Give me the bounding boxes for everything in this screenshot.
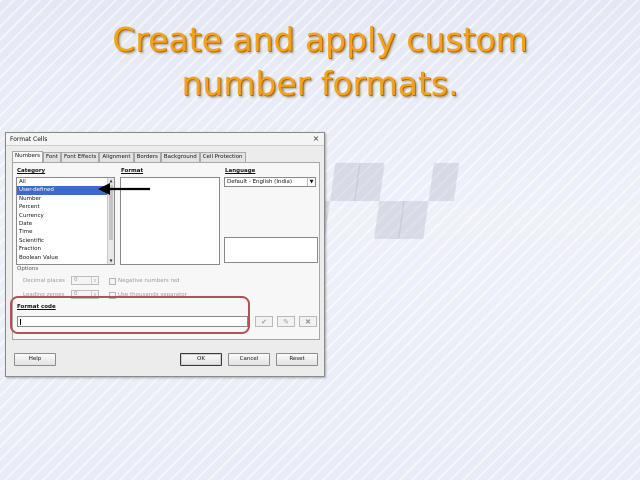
format-code-highlight <box>10 296 250 334</box>
checkmark-icon[interactable]: ✔ <box>255 316 273 327</box>
chevron-down-icon[interactable]: ▼ <box>307 178 315 186</box>
category-item-scientific[interactable]: Scientific <box>17 237 114 245</box>
category-item-fraction[interactable]: Fraction <box>17 245 114 253</box>
tab-borders[interactable]: Borders <box>133 152 161 162</box>
format-label: Format <box>121 168 144 174</box>
reset-button[interactable]: Reset <box>276 353 318 366</box>
slide-title-line-2: number formats. <box>181 64 459 103</box>
delete-icon[interactable]: ✖ <box>299 316 317 327</box>
tab-bar: Numbers Font Font Effects Alignment Bord… <box>12 151 246 162</box>
decimal-places-value: 0 <box>74 277 78 283</box>
options-label: Options <box>17 266 39 272</box>
ok-button[interactable]: OK <box>180 353 222 366</box>
help-button[interactable]: Help <box>14 353 56 366</box>
watermark-logo: ▞▚▞ <box>300 165 459 239</box>
decimal-places-label: Decimal places <box>23 278 65 284</box>
scroll-down-icon[interactable]: ▼ <box>108 258 114 264</box>
category-item-percent[interactable]: Percent <box>17 203 114 211</box>
pointer-arrow-icon <box>98 183 150 195</box>
cancel-button[interactable]: Cancel <box>228 353 270 366</box>
format-preview <box>224 237 318 263</box>
dialog-title: Format Cells <box>10 136 48 143</box>
category-item-boolean-value[interactable]: Boolean Value <box>17 254 114 262</box>
edit-comment-icon[interactable]: ✎ <box>277 316 295 327</box>
slide-title: Create and apply custom number formats. <box>40 18 600 106</box>
language-value: Default - English (India) <box>227 179 292 185</box>
close-icon[interactable]: × <box>311 134 321 143</box>
tab-alignment[interactable]: Alignment <box>99 152 134 162</box>
tab-font-effects[interactable]: Font Effects <box>60 152 100 162</box>
category-item-date[interactable]: Date <box>17 220 114 228</box>
tab-numbers[interactable]: Numbers <box>12 151 43 162</box>
tab-cell-protection[interactable]: Cell Protection <box>199 152 246 162</box>
format-cells-dialog: Format Cells × Numbers Font Font Effects… <box>5 132 325 377</box>
tab-background[interactable]: Background <box>160 152 200 162</box>
tab-font[interactable]: Font <box>42 152 61 162</box>
negative-red-checkbox[interactable] <box>109 278 116 285</box>
dialog-titlebar[interactable]: Format Cells × <box>6 133 324 146</box>
language-select[interactable]: Default - English (India) ▼ <box>224 177 316 187</box>
category-label: Category <box>17 168 46 174</box>
spin-arrows-icon[interactable]: ⇕ <box>91 277 98 284</box>
negative-red-label: Negative numbers red <box>118 278 180 284</box>
category-item-currency[interactable]: Currency <box>17 212 114 220</box>
decimal-places-spinner[interactable]: 0 ⇕ <box>71 276 99 285</box>
category-item-time[interactable]: Time <box>17 228 114 236</box>
language-label: Language <box>225 168 256 174</box>
slide-title-line-1: Create and apply custom <box>112 20 528 59</box>
